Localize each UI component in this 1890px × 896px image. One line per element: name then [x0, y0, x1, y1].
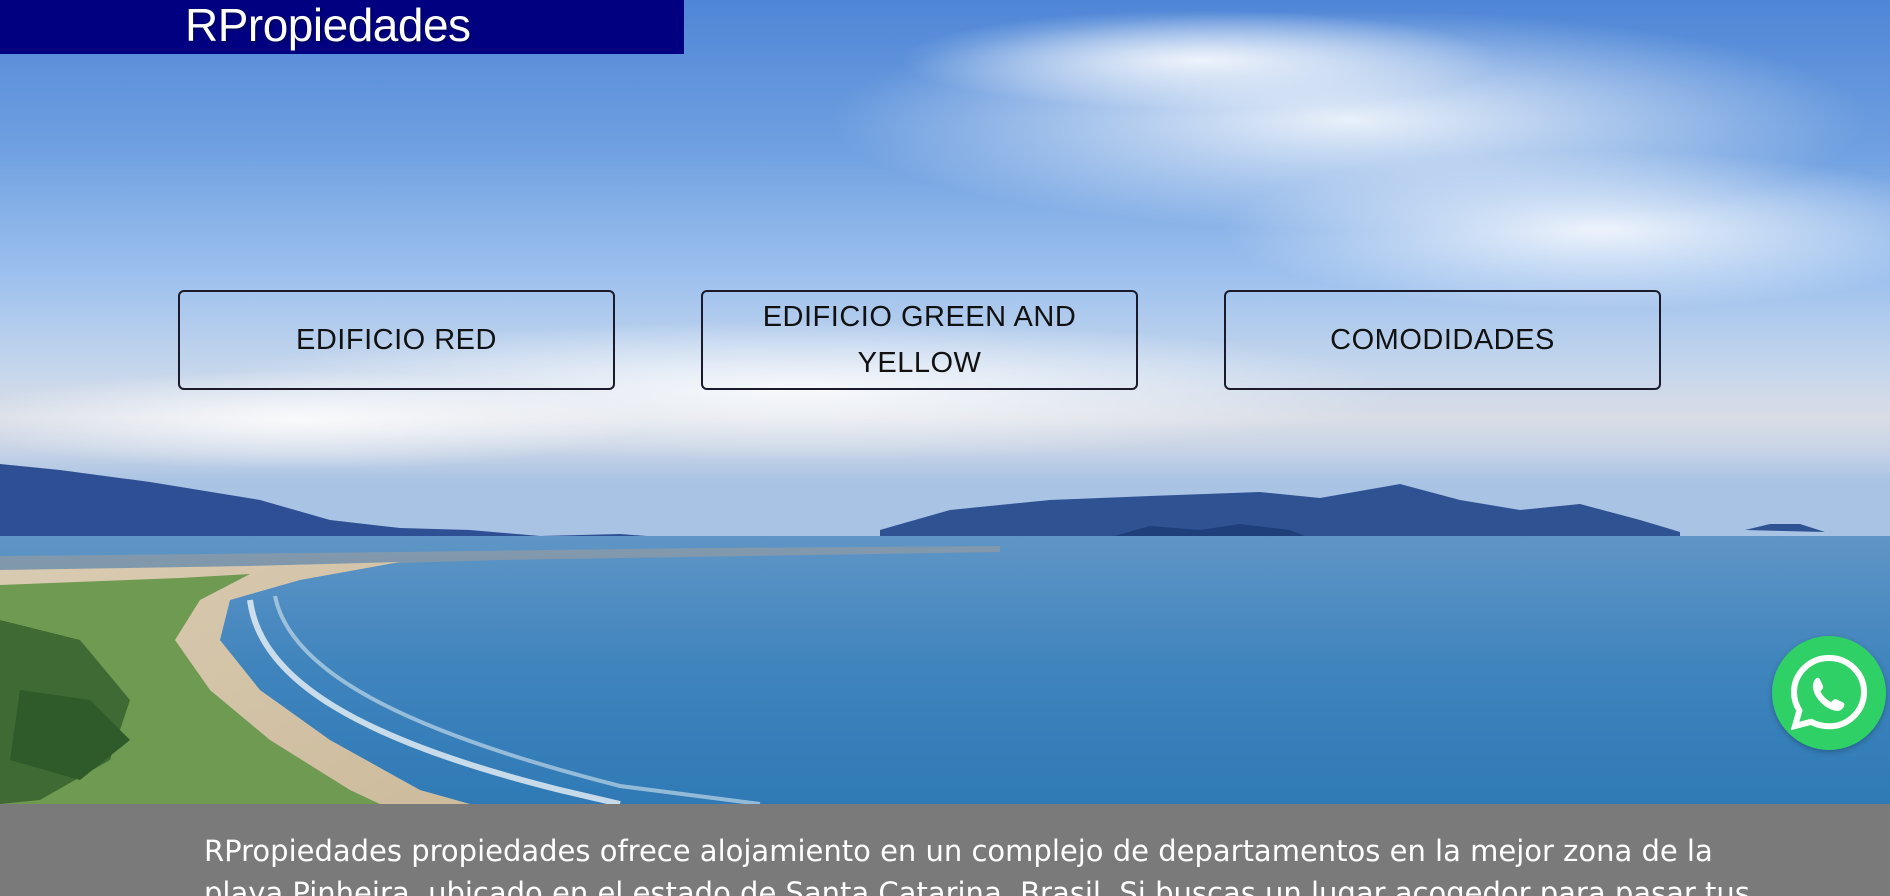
site-logo[interactable]: RPropiedades [185, 0, 471, 50]
logo-bar[interactable]: RPropiedades [0, 0, 684, 54]
comodidades-button[interactable]: COMODIDADES [1224, 290, 1661, 390]
description-text: RPropiedades propiedades ofrece alojamie… [204, 830, 1750, 896]
description-section: RPropiedades propiedades ofrece alojamie… [0, 804, 1890, 896]
description-line-2: playa Pinheira, ubicado en el estado de … [204, 876, 1750, 896]
edificio-green-yellow-button[interactable]: EDIFICIO GREEN AND YELLOW [701, 290, 1138, 390]
edificio-red-button[interactable]: EDIFICIO RED [178, 290, 615, 390]
whatsapp-icon [1790, 654, 1868, 731]
hero-banner: RPropiedades EDIFICIO RED EDIFICIO GREEN… [0, 0, 1890, 804]
beach-landscape-image [0, 10, 1890, 804]
whatsapp-button[interactable] [1772, 636, 1886, 750]
description-line-1: RPropiedades propiedades ofrece alojamie… [204, 834, 1713, 868]
